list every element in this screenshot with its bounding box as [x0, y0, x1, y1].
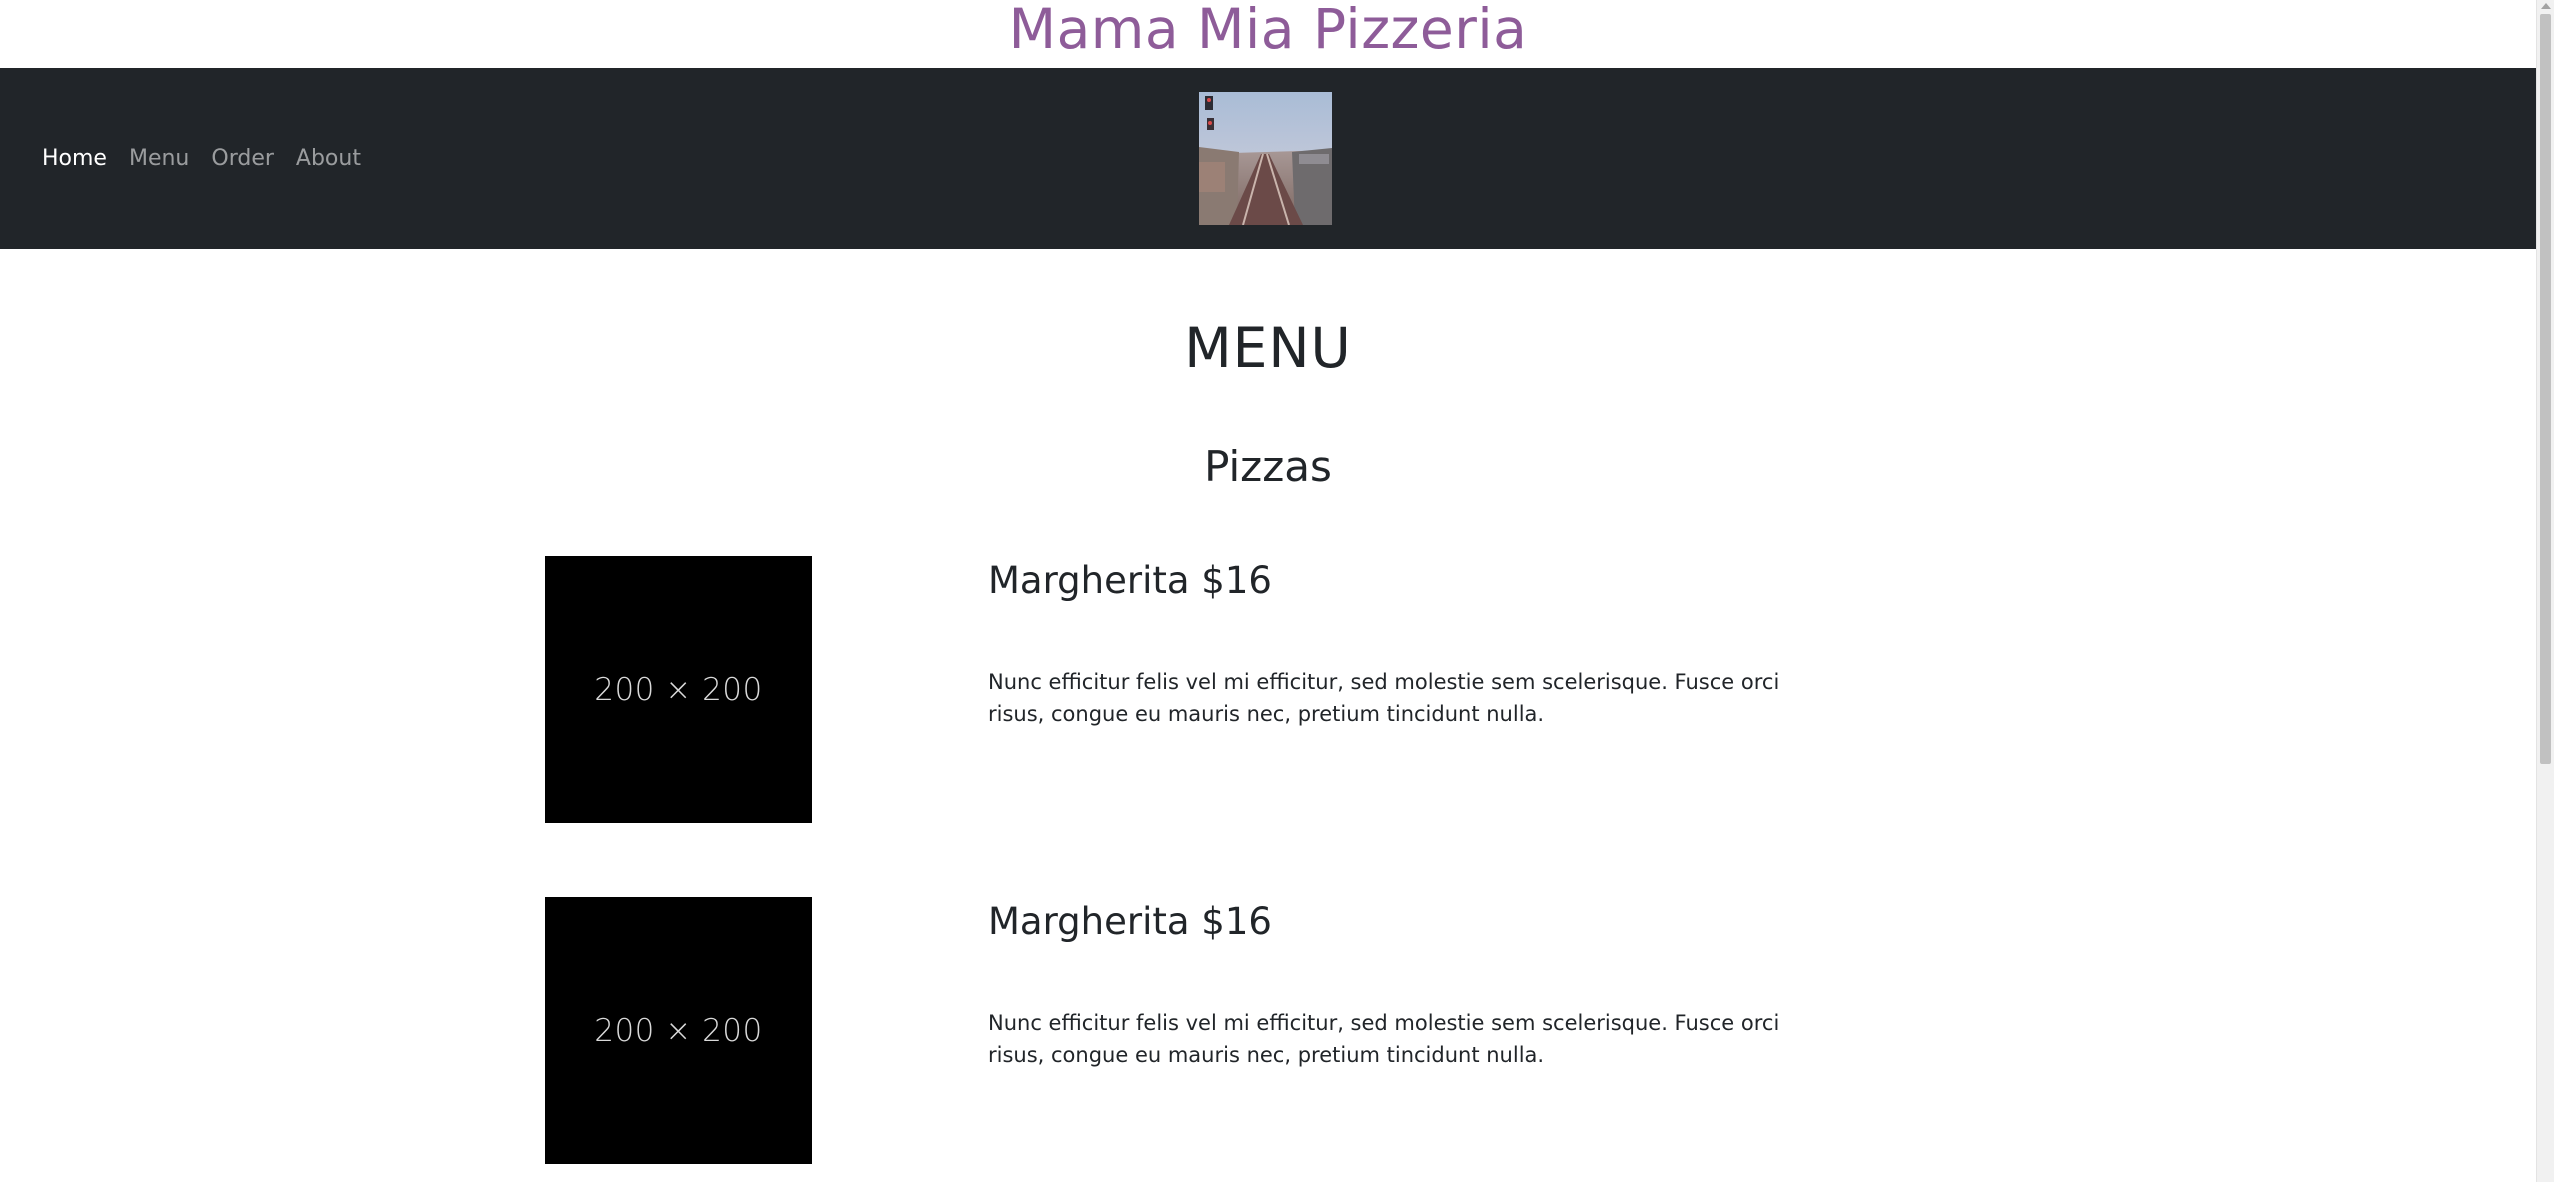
nav-link-home[interactable]: Home	[42, 146, 107, 171]
menu-heading: MENU	[1184, 316, 1352, 380]
scrollbar-thumb[interactable]	[2540, 14, 2551, 764]
nav-link-menu[interactable]: Menu	[129, 146, 189, 171]
menu-item: 200 × 200 Margherita $16 Nunc efficitur …	[545, 897, 1845, 1165]
item-image-label: 200 × 200	[594, 671, 763, 708]
item-image-placeholder: 200 × 200	[545, 556, 812, 823]
vertical-scrollbar[interactable]	[2536, 0, 2554, 1182]
railway-photo-icon	[1199, 92, 1332, 225]
item-image-placeholder: 200 × 200	[545, 897, 812, 1164]
menu-item: 200 × 200 Margherita $16 Nunc efficitur …	[545, 556, 1845, 824]
nav-link-order[interactable]: Order	[211, 146, 274, 171]
item-description: Nunc efficitur felis vel mi efficitur, s…	[988, 670, 1780, 726]
item-title: Margherita $16	[988, 900, 1272, 943]
nav-link-about[interactable]: About	[296, 146, 361, 171]
navbar: Home Menu Order About	[0, 68, 2536, 249]
nav-links: Home Menu Order About	[42, 68, 361, 249]
section-heading-pizzas: Pizzas	[1204, 442, 1332, 491]
scroll-up-icon[interactable]	[2541, 3, 2551, 9]
site-title: Mama Mia Pizzeria	[1008, 0, 1528, 61]
logo-image[interactable]	[1199, 92, 1332, 225]
page: Mama Mia Pizzeria Home Menu Order About	[0, 0, 2554, 1182]
item-description: Nunc efficitur felis vel mi efficitur, s…	[988, 1011, 1780, 1067]
item-image-label: 200 × 200	[594, 1012, 763, 1049]
item-title: Margherita $16	[988, 559, 1272, 602]
page-content: Mama Mia Pizzeria Home Menu Order About	[0, 0, 2536, 1182]
